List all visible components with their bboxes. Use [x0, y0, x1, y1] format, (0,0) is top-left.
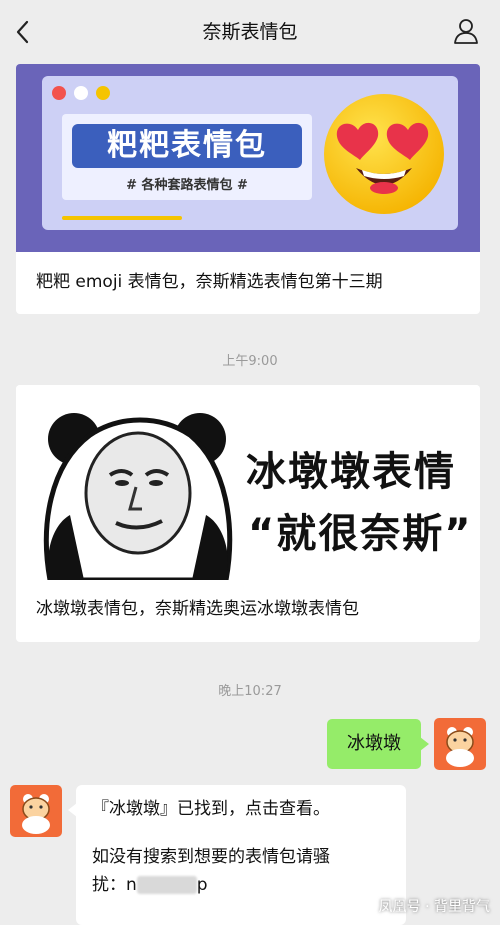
article-caption: 冰墩墩表情包，奈斯精选奥运冰墩墩表情包: [36, 597, 359, 621]
article-banner: 冰墩墩表情 “就很奈斯”: [16, 385, 480, 580]
reply-contact-suffix: p: [197, 875, 208, 895]
redacted-text: [137, 876, 197, 894]
reply-contact-line: 扰：n p: [92, 873, 208, 897]
article-caption: 粑粑 emoji 表情包，奈斯精选表情包第十三期: [36, 270, 383, 294]
reply-text-line: 如没有搜索到想要的表情包请骚: [92, 845, 330, 869]
reply-text-line[interactable]: 『冰墩墩』已找到，点击查看。: [92, 797, 330, 821]
timestamp: 晚上10:27: [0, 680, 500, 699]
article-card-bababiao[interactable]: 粑粑表情包 # 各种套路表情包 # 粑粑 emoji 表情包，奈斯精选表情包第十…: [16, 64, 480, 314]
window-dot-white: [74, 86, 88, 100]
account-avatar[interactable]: [10, 785, 62, 837]
window-dot-red: [52, 86, 66, 100]
tiger-avatar-icon: [10, 785, 62, 837]
page-title: 奈斯表情包: [0, 0, 500, 64]
sent-message-bubble[interactable]: 冰墩墩: [327, 719, 421, 769]
user-icon[interactable]: [452, 17, 480, 45]
heart-eyes-emoji-icon: [320, 90, 448, 218]
watermark: 凤凰号 · 背里背气: [379, 896, 490, 916]
window-dot-yellow: [96, 86, 110, 100]
received-message-bubble[interactable]: 『冰墩墩』已找到，点击查看。 如没有搜索到想要的表情包请骚 扰：n p: [76, 785, 406, 925]
tiger-avatar-icon: [434, 718, 486, 770]
banner-title-line2: “就很奈斯”: [248, 501, 473, 559]
banner-underline: [62, 216, 182, 220]
article-card-bingdwendwen[interactable]: 冰墩墩表情 “就很奈斯” 冰墩墩表情包，奈斯精选奥运冰墩墩表情包: [16, 385, 480, 642]
my-avatar[interactable]: [434, 718, 486, 770]
timestamp: 上午9:00: [0, 350, 500, 369]
banner-title-line1: 冰墩墩表情: [246, 439, 456, 497]
reply-contact-prefix: 扰：n: [92, 875, 137, 895]
banner-title: 粑粑表情包: [72, 124, 302, 168]
article-banner: 粑粑表情包 # 各种套路表情包 #: [16, 64, 480, 252]
banner-title-box: 粑粑表情包 # 各种套路表情包 #: [62, 114, 312, 200]
top-bar: 奈斯表情包: [0, 0, 500, 64]
banner-subtitle: # 各种套路表情包 #: [62, 174, 312, 193]
panda-meme-icon: [30, 405, 240, 580]
